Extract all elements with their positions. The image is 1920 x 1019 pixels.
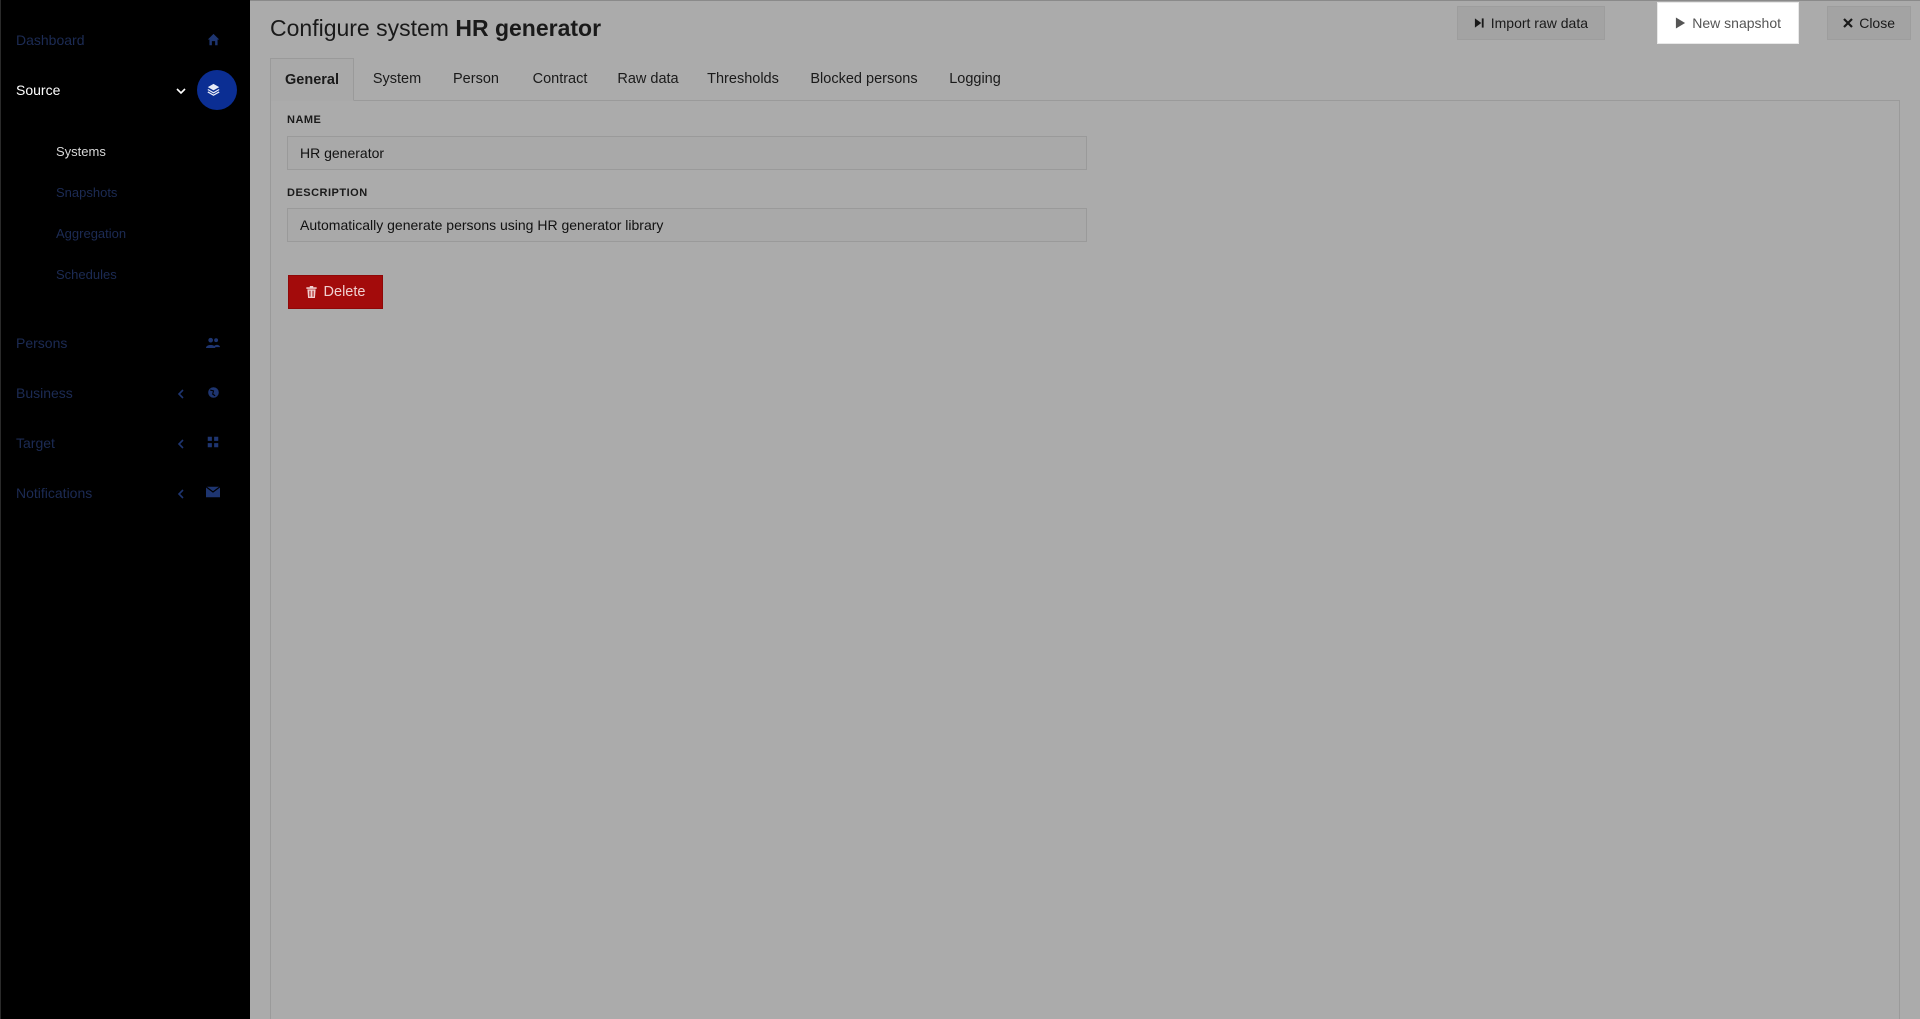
sidebar-subitem-snapshots[interactable]: Snapshots [56,185,117,200]
tab-general[interactable]: General [270,58,354,101]
sidebar-item-notifications[interactable]: Notifications [1,473,251,513]
envelope-icon [205,486,221,500]
tab-logging[interactable]: Logging [935,58,1015,100]
sidebar-item-label: Notifications [16,485,93,501]
general-tab-panel: NAME DESCRIPTION Delete [270,100,1900,1019]
chevron-left-icon [175,437,187,449]
tab-person[interactable]: Person [438,58,514,100]
chevron-down-icon [175,84,187,96]
home-icon [206,33,220,47]
sidebar-item-label: Target [16,435,55,451]
users-icon [206,336,220,350]
description-label: DESCRIPTION [287,187,368,199]
sidebar: Dashboard Source Systems Snapshots Aggre… [0,0,250,1019]
sidebar-subitem-systems[interactable]: Systems [56,144,106,159]
sidebar-item-label: Source [16,82,61,98]
tab-raw-data[interactable]: Raw data [606,58,690,100]
sidebar-item-label: Business [16,385,73,401]
sidebar-subitem-schedules[interactable]: Schedules [56,267,117,282]
import-raw-data-label: Import raw data [1490,15,1588,31]
page-title: Configure system HR generator [270,15,601,42]
page-title-system-name: HR generator [455,15,602,41]
sidebar-item-source[interactable]: Source [1,70,251,110]
close-icon [1843,18,1853,28]
trash-icon [305,286,317,298]
page-title-prefix: Configure system [270,15,449,41]
description-field[interactable] [287,208,1087,242]
close-button[interactable]: Close [1827,6,1911,40]
tab-contract[interactable]: Contract [517,58,603,100]
tab-thresholds[interactable]: Thresholds [693,58,793,100]
play-icon [1676,17,1686,29]
tab-system[interactable]: System [358,58,436,100]
chevron-left-icon [175,487,187,499]
name-field[interactable] [287,136,1087,170]
delete-label: Delete [323,284,366,300]
chevron-left-icon [175,387,187,399]
sidebar-item-label: Persons [16,335,68,351]
sidebar-item-persons[interactable]: Persons [1,323,251,363]
close-label: Close [1859,15,1895,31]
app-window: Dashboard Source Systems Snapshots Aggre… [0,0,1920,1019]
import-raw-data-button[interactable]: Import raw data [1456,6,1605,40]
globe-icon [206,386,220,400]
layers-icon [206,83,220,97]
new-snapshot-button[interactable]: New snapshot [1658,3,1798,43]
grid-icon [206,436,220,450]
sidebar-item-business[interactable]: Business [1,373,251,413]
sidebar-item-label: Dashboard [16,32,85,48]
name-label: NAME [287,114,322,126]
tab-blocked-persons[interactable]: Blocked persons [796,58,932,100]
main-content: Configure system HR generator Import raw… [250,0,1920,1019]
tab-bar: General System Person Contract Raw data … [270,58,1900,101]
sidebar-item-dashboard[interactable]: Dashboard [1,20,251,60]
new-snapshot-label: New snapshot [1692,15,1781,31]
sidebar-item-target[interactable]: Target [1,423,251,463]
delete-button[interactable]: Delete [288,275,383,309]
sidebar-subitem-aggregation[interactable]: Aggregation [56,226,126,241]
step-forward-icon [1474,18,1484,28]
